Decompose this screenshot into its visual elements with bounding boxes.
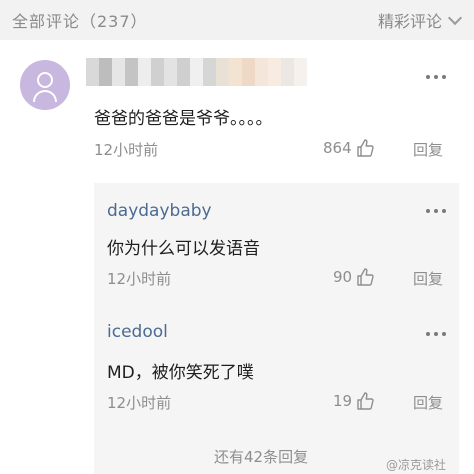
reply-button[interactable]: 回复 [413, 392, 443, 413]
reply-button[interactable]: 回复 [413, 268, 443, 289]
like-count: 90 [333, 268, 353, 286]
like-count: 864 [323, 139, 352, 157]
sort-dropdown[interactable]: 精彩评论 [377, 8, 463, 32]
like-count: 19 [333, 392, 353, 410]
like-button[interactable]: 90 [333, 267, 375, 287]
comment-time: 12小时前 [94, 141, 159, 159]
avatar[interactable] [20, 60, 70, 110]
thumbs-up-icon [357, 268, 374, 286]
reply-time: 12小时前 [107, 270, 172, 288]
reply-username[interactable]: icedool [107, 322, 168, 342]
blurred-username [86, 58, 320, 86]
reply-text: MD，被你笑死了噗 [107, 363, 254, 383]
like-button[interactable]: 864 [323, 138, 375, 158]
reply-time: 12小时前 [107, 394, 172, 412]
reply-text: 你为什么可以发语音 [107, 239, 260, 259]
replies-panel: daydaybaby 你为什么可以发语音 12小时前 90 回复 icedool… [94, 183, 459, 474]
more-options-icon[interactable] [426, 332, 446, 336]
reply-button[interactable]: 回复 [413, 139, 443, 160]
view-more-replies-link[interactable]: 还有42条回复 [214, 446, 308, 467]
comments-header: 全部评论（237） 精彩评论 [0, 0, 474, 40]
avatar-head-shape [37, 72, 53, 88]
avatar-body-shape [33, 90, 57, 102]
reply-username[interactable]: daydaybaby [107, 201, 212, 221]
thumbs-up-icon [357, 392, 374, 410]
comment-text: 爸爸的爸爸是爷爷。。。。 [94, 109, 273, 129]
like-button[interactable]: 19 [333, 391, 375, 411]
sort-label: 精彩评论 [377, 12, 442, 31]
thumbs-up-icon [356, 139, 374, 157]
comment-count-title: 全部评论（237） [12, 12, 148, 31]
more-options-icon[interactable] [426, 75, 446, 79]
more-options-icon[interactable] [426, 209, 446, 213]
watermark: @凉克读社 [386, 458, 447, 472]
chevron-down-icon [447, 10, 463, 26]
